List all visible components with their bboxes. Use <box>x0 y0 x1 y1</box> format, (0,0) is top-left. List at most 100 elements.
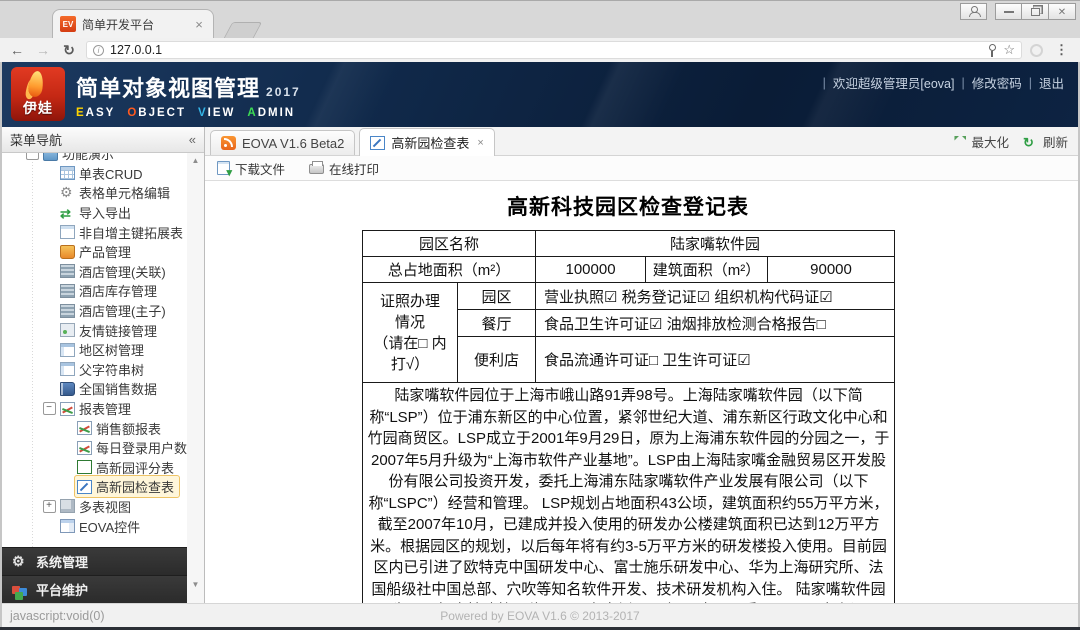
content-tab-home[interactable]: EOVA V1.6 Beta2 <box>210 130 355 155</box>
toolbar-button-label: 下载文件 <box>235 159 285 178</box>
sidebar-item-cell-edit[interactable]: 表格单元格编辑 <box>2 183 187 203</box>
sidebar-item-label: 销售额报表 <box>96 419 161 438</box>
change-password-link[interactable]: 修改密码 <box>972 73 1022 92</box>
powered-by: Powered by EOVA V1.6 © 2013-2017 <box>440 609 639 623</box>
subtitle-word: VIEW <box>198 107 235 119</box>
sidebar-item-label: 报表管理 <box>79 399 131 418</box>
browser-menu-icon[interactable] <box>1051 42 1072 58</box>
inspection-form-table: 园区名称 陆家嘴软件园 总占地面积（m²） 100000 建筑面积（m²） 90… <box>362 230 895 603</box>
sidebar-item-park-score[interactable]: 高新园评分表 <box>2 458 187 478</box>
sidebar-accordion: 系统管理平台维护 <box>2 547 187 603</box>
tab-label: 高新园检查表 <box>391 133 469 152</box>
download-button[interactable]: 下载文件 <box>213 157 289 180</box>
subtitle-word: ADMIN <box>247 107 295 119</box>
scroll-up-icon[interactable] <box>192 156 200 165</box>
table-row: 园区名称 陆家嘴软件园 <box>363 231 895 257</box>
bookmark-star-icon[interactable] <box>1003 42 1015 58</box>
license-place: 餐厅 <box>458 310 536 337</box>
sidebar-item-label: 酒店库存管理 <box>79 281 157 300</box>
scroll-down-icon[interactable] <box>192 580 200 589</box>
collapse-sidebar-icon[interactable] <box>189 132 196 147</box>
forward-button[interactable] <box>34 42 52 58</box>
subtitle-letter: E <box>76 107 86 119</box>
refresh-button[interactable]: 刷新 <box>1023 132 1068 151</box>
browser-tab[interactable]: EV 简单开发平台 <box>52 9 214 38</box>
profile-button[interactable] <box>960 3 987 20</box>
total-area-value: 100000 <box>536 257 646 283</box>
user-links: | 欢迎超级管理员[eova] | 修改密码 | 退出 <box>823 73 1064 92</box>
main-panel: EOVA V1.6 Beta2高新园检查表 最大化刷新 下载文件在线打印 高新科… <box>205 127 1078 603</box>
restore-icon <box>1031 8 1040 16</box>
maximize-button[interactable]: 最大化 <box>954 132 1009 151</box>
content-toolbar: 下载文件 在线打印 <box>205 156 1078 181</box>
sidebar-item-sales-data[interactable]: 全国销售数据 <box>2 379 187 399</box>
subtitle-rest: IEW <box>208 107 236 119</box>
chart-icon <box>60 402 75 416</box>
sidebar-item-links[interactable]: 友情链接管理 <box>2 320 187 340</box>
sidebar-item-label: EOVA控件 <box>79 517 140 536</box>
tab-actions: 最大化 刷新 <box>954 127 1068 156</box>
sidebar-item-label: 父字符串树 <box>79 360 144 379</box>
sidebar-item-eova-widgets[interactable]: EOVA控件 <box>2 516 187 536</box>
restore-button[interactable] <box>1022 3 1049 20</box>
refresh-icon <box>1023 135 1038 149</box>
close-tab-icon[interactable] <box>477 137 483 149</box>
sidebar-item-park-check[interactable]: 高新园检查表 <box>2 477 187 497</box>
reload-button[interactable] <box>60 42 78 59</box>
folder-icon <box>43 153 58 161</box>
sidebar-item-hotel-rel[interactable]: 酒店管理(关联) <box>2 262 187 282</box>
chart-icon <box>77 441 92 455</box>
close-button[interactable] <box>1049 3 1076 20</box>
sidebar-item-string-tree[interactable]: 父字符串树 <box>2 360 187 380</box>
toolbar-button-label: 在线打印 <box>329 159 379 178</box>
expand-node-icon[interactable] <box>41 500 57 513</box>
sidebar-scrollbar[interactable] <box>187 153 204 603</box>
sidebar-item-daily-login[interactable]: 每日登录用户数 <box>2 438 187 458</box>
url-text[interactable]: 127.0.0.1 <box>110 43 981 57</box>
gear-white-icon <box>12 555 27 569</box>
sidebar-item-sales-report[interactable]: 销售额报表 <box>2 418 187 438</box>
collapse-node-icon[interactable] <box>41 402 57 415</box>
sheet-icon <box>77 460 92 474</box>
gear-icon <box>60 186 75 200</box>
sidebar-item-product[interactable]: 产品管理 <box>2 242 187 262</box>
site-favicon-icon: EV <box>60 16 76 32</box>
sidebar-item-label: 多表视图 <box>79 497 131 516</box>
link-icon <box>60 323 75 337</box>
sidebar-item-multi-view[interactable]: 多表视图 <box>2 497 187 517</box>
license-place: 园区 <box>458 283 536 310</box>
print-icon <box>309 164 324 174</box>
license-row: 证照办理 情况 （请在□ 内 打√）园区营业执照☑ 税务登记证☑ 组织机构代码证… <box>363 283 895 310</box>
sidebar-item-import-export[interactable]: 导入导出 <box>2 203 187 223</box>
subtitle-letter: O <box>127 107 138 119</box>
sidebar-item-crud[interactable]: 单表CRUD <box>2 164 187 184</box>
sidebar-panel-platform[interactable]: 平台维护 <box>2 575 187 603</box>
url-box[interactable]: 127.0.0.1 <box>86 41 1022 59</box>
license-items: 营业执照☑ 税务登记证☑ 组织机构代码证☑ <box>536 283 895 310</box>
status-text: javascript:void(0) <box>10 609 104 623</box>
tree-node: EOVA控件 <box>57 515 146 538</box>
extension-icon[interactable] <box>1030 44 1043 57</box>
new-tab-button[interactable] <box>224 22 263 38</box>
collapse-node-icon[interactable] <box>24 153 40 160</box>
print-button[interactable]: 在线打印 <box>305 157 383 180</box>
logout-link[interactable]: 退出 <box>1039 73 1064 92</box>
sidebar-panel-system[interactable]: 系统管理 <box>2 547 187 575</box>
site-info-icon[interactable] <box>93 45 104 56</box>
action-label: 刷新 <box>1043 132 1068 151</box>
sidebar-item-ext-table[interactable]: 非自增主键拓展表 <box>2 222 187 242</box>
sidebar-item-hotel-master[interactable]: 酒店管理(主子) <box>2 301 187 321</box>
content-tab-inspection[interactable]: 高新园检查表 <box>359 128 494 156</box>
platform-icon <box>12 586 20 594</box>
sidebar-item-hotel-stock[interactable]: 酒店库存管理 <box>2 281 187 301</box>
sidebar-item-label: 酒店管理(主子) <box>79 301 166 320</box>
download-icon <box>217 161 230 175</box>
tab-close-icon[interactable] <box>192 17 206 32</box>
back-button[interactable] <box>8 42 26 58</box>
sidebar-item-reports[interactable]: 报表管理 <box>2 399 187 419</box>
rss-icon <box>221 136 236 150</box>
sidebar-item-area-tree[interactable]: 地区树管理 <box>2 340 187 360</box>
password-key-icon[interactable] <box>987 44 997 57</box>
building-icon <box>60 284 75 298</box>
minimize-button[interactable] <box>995 3 1022 20</box>
